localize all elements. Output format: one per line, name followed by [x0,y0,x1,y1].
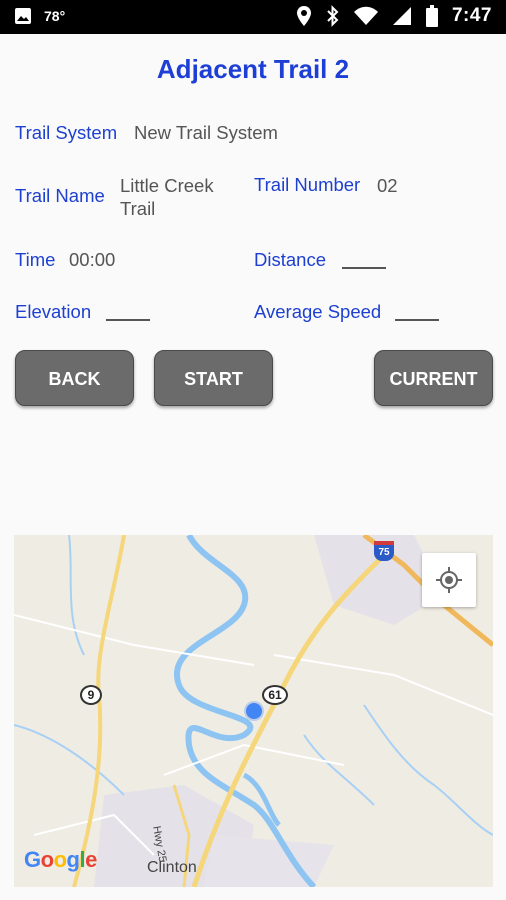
signal-icon [392,6,412,26]
route-shield-75-label: 75 [378,547,390,558]
start-button[interactable]: START [154,350,273,406]
average-speed-value-blank [395,319,439,321]
current-button[interactable]: CURRENT [374,350,493,406]
bluetooth-icon [326,5,340,27]
map-view[interactable]: 9 61 75 Hwy 25 Clinton Google [14,535,493,887]
time-value: 00:00 [69,249,116,270]
trail-name-label: Trail Name [15,185,105,206]
location-icon [296,5,312,27]
route-shield-9-label: 9 [87,688,95,702]
trail-system-label: Trail System [15,122,118,143]
wifi-icon [353,6,378,26]
trail-name-line-1: Little Creek [120,175,214,196]
my-location-button[interactable] [422,553,476,607]
place-label-clinton: Clinton [147,859,197,876]
status-bar: 78° 7:47 [0,0,506,34]
route-shield-9: 9 [80,685,102,705]
trail-number-label: Trail Number [254,174,361,195]
elevation-label: Elevation [15,301,92,322]
route-shield-75: 75 [374,541,394,561]
back-button[interactable]: BACK [15,350,134,406]
trail-name-line-2: Trail [120,198,156,219]
current-location-dot [246,703,262,719]
battery-icon [425,5,438,27]
route-shield-61-label: 61 [268,688,282,702]
google-logo: Google [24,847,97,872]
distance-value-blank [342,267,386,269]
elevation-value-blank [106,319,150,321]
trail-name-value: Little Creek Trail [120,174,214,220]
average-speed-label: Average Speed [254,301,382,322]
temperature: 78° [44,8,66,24]
route-shield-61: 61 [262,685,288,705]
clock: 7:47 [451,5,492,26]
page-title: Adjacent Trail 2 [156,54,350,84]
crosshair-icon [436,567,462,593]
distance-label: Distance [254,249,326,270]
image-icon [14,7,32,25]
time-label: Time [15,249,56,270]
trail-number-value: 02 [377,175,398,196]
trail-system-value: New Trail System [134,122,278,143]
